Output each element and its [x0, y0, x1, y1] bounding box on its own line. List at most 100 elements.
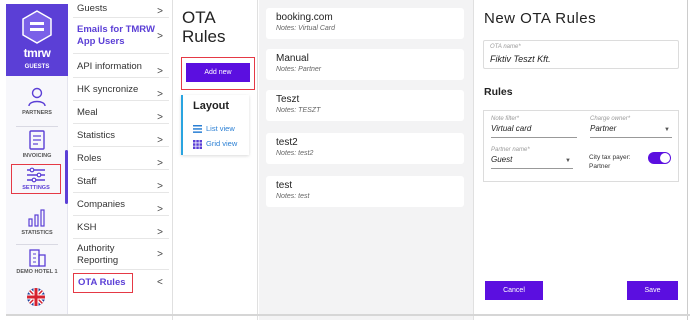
- rule-notes: Notes: test2: [276, 150, 314, 157]
- rail-item-invoicing[interactable]: INVOICING: [10, 129, 64, 169]
- partner-name-value: Guest: [491, 155, 513, 164]
- list-view-option[interactable]: List view: [193, 124, 235, 133]
- partner-name-select[interactable]: Partner name* Guest ▼: [491, 147, 573, 169]
- menu-item-hk[interactable]: HK syncronize >: [73, 79, 169, 101]
- save-button[interactable]: Save: [627, 281, 678, 300]
- rail-item-label: DEMO HOTEL 1: [16, 269, 58, 275]
- ota-name-field[interactable]: OTA name* Fiktiv Teszt Kft.: [483, 40, 679, 69]
- menu-item-label: HK syncronize: [77, 84, 139, 95]
- brand-logo[interactable]: tmrw GUESTS: [6, 4, 68, 76]
- rule-name: test2: [276, 137, 298, 148]
- rail-item-statistics[interactable]: STATISTICS: [10, 206, 64, 246]
- editor-panel: New OTA Rules OTA name* Fiktiv Teszt Kft…: [475, 0, 688, 320]
- menu-item-emails[interactable]: Emails for TMRW App Users >: [73, 20, 169, 54]
- rule-name: test: [276, 180, 293, 191]
- ota-name-value: Fiktiv Teszt Kft.: [490, 54, 551, 64]
- menu-item-label: Companies: [77, 199, 126, 210]
- rule-card[interactable]: Manual Notes: Partner: [266, 49, 464, 80]
- tmrw-logo-icon: [22, 10, 52, 44]
- charge-owner-select[interactable]: Charge owner* Partner ▼: [590, 116, 672, 138]
- partner-name-label: Partner name*: [491, 147, 530, 153]
- menu-item-label: Emails for TMRW App Users: [77, 24, 155, 47]
- menu-item-label: Statistics: [77, 130, 116, 141]
- hotel-icon: [29, 249, 46, 267]
- grid-icon: [193, 139, 202, 149]
- menu-item-ota-rules[interactable]: OTA Rules: [73, 273, 133, 293]
- menu-item-roles[interactable]: Roles >: [73, 148, 169, 170]
- rule-card[interactable]: booking.com Notes: Virtual Card: [266, 8, 464, 39]
- rule-name: booking.com: [276, 12, 333, 23]
- uk-flag-icon: [27, 288, 45, 306]
- rule-notes: Notes: test: [276, 193, 310, 200]
- add-new-highlight: Add new: [181, 57, 255, 90]
- menu-item-statistics[interactable]: Statistics >: [73, 125, 169, 147]
- rail-scroll-indicator: [65, 150, 68, 204]
- menu-item-meal[interactable]: Meal >: [73, 102, 169, 124]
- invoice-icon: [29, 130, 45, 150]
- list-view-label: List view: [206, 124, 235, 133]
- note-filter-value: Virtual card: [491, 124, 532, 133]
- brand-section-label: GUESTS: [24, 64, 50, 70]
- add-new-button[interactable]: Add new: [186, 63, 250, 82]
- statistics-icon: [28, 209, 45, 227]
- rail-divider: [16, 244, 58, 245]
- rail-item-label: STATISTICS: [21, 230, 53, 236]
- menu-item-authority[interactable]: Authority Reporting >: [73, 240, 169, 270]
- menu-item-staff[interactable]: Staff >: [73, 171, 169, 193]
- ota-name-label: OTA name*: [490, 44, 521, 50]
- city-tax-toggle[interactable]: [648, 152, 671, 164]
- settings-menu: Guests > Emails for TMRW App Users > API…: [69, 0, 173, 320]
- brand-word: tmrw: [23, 46, 51, 60]
- page-title: OTA Rules: [182, 8, 226, 46]
- settings-icon: [27, 167, 45, 183]
- menu-item-label: KSH: [77, 222, 97, 233]
- menu-item-guests[interactable]: Guests >: [73, 0, 169, 18]
- ota-rules-column: OTA Rules Add new Layout List view Grid …: [173, 0, 258, 320]
- rule-notes: Notes: Virtual Card: [276, 25, 336, 32]
- rule-card[interactable]: test2 Notes: test2: [266, 133, 464, 164]
- language-selector[interactable]: [26, 287, 46, 312]
- city-tax-label: City tax payer: Partner: [589, 153, 631, 171]
- caret-down-icon: ▼: [664, 127, 670, 133]
- rail-item-label: INVOICING: [22, 153, 52, 159]
- city-tax-value: Partner: [589, 163, 611, 170]
- menu-item-companies[interactable]: Companies >: [73, 194, 169, 216]
- icon-rail: tmrw GUESTS PARTNERS INVOICING SETTINGS: [6, 4, 68, 316]
- rule-name: Teszt: [276, 94, 300, 105]
- menu-item-label: Meal: [77, 107, 98, 118]
- grid-view-option[interactable]: Grid view: [193, 139, 237, 149]
- rail-item-settings[interactable]: SETTINGS: [11, 164, 61, 194]
- note-filter-label: Note filter*: [491, 116, 520, 122]
- rail-item-label: SETTINGS: [22, 185, 50, 191]
- menu-item-label: API information: [77, 61, 142, 72]
- editor-title: New OTA Rules: [484, 10, 597, 27]
- chevron-left-icon[interactable]: <: [157, 277, 163, 288]
- menu-item-api[interactable]: API information >: [73, 56, 169, 78]
- rule-card[interactable]: test Notes: test: [266, 176, 464, 207]
- grid-view-label: Grid view: [206, 139, 238, 148]
- rule-name: Manual: [276, 53, 309, 64]
- rail-item-hotel[interactable]: DEMO HOTEL 1: [10, 247, 64, 287]
- partners-icon: [28, 87, 46, 107]
- list-icon: [193, 125, 202, 133]
- menu-item-label: Guests: [77, 3, 108, 14]
- layout-card: Layout List view Grid view: [181, 95, 249, 155]
- rule-notes: Notes: TESZT: [276, 107, 321, 114]
- menu-item-ksh[interactable]: KSH >: [73, 217, 169, 239]
- rule-conditions-box: Note filter* Virtual card Charge owner* …: [483, 110, 679, 182]
- menu-item-label: Roles: [77, 153, 102, 164]
- cancel-button[interactable]: Cancel: [485, 281, 543, 300]
- note-filter-field[interactable]: Note filter* Virtual card: [491, 116, 577, 138]
- menu-item-label: OTA Rules: [78, 277, 126, 288]
- chevron-right-icon: >: [157, 248, 163, 260]
- chevron-right-icon: >: [157, 30, 163, 42]
- toggle-knob: [660, 153, 670, 163]
- rule-card[interactable]: Teszt Notes: TESZT: [266, 90, 464, 121]
- city-tax-title: City tax payer:: [589, 154, 631, 161]
- caret-down-icon: ▼: [565, 158, 571, 164]
- rail-item-partners[interactable]: PARTNERS: [10, 86, 64, 126]
- chevron-right-icon: >: [157, 5, 163, 17]
- menu-item-label: Authority Reporting: [77, 243, 119, 266]
- rules-heading: Rules: [484, 86, 513, 98]
- rail-item-label: PARTNERS: [22, 110, 52, 116]
